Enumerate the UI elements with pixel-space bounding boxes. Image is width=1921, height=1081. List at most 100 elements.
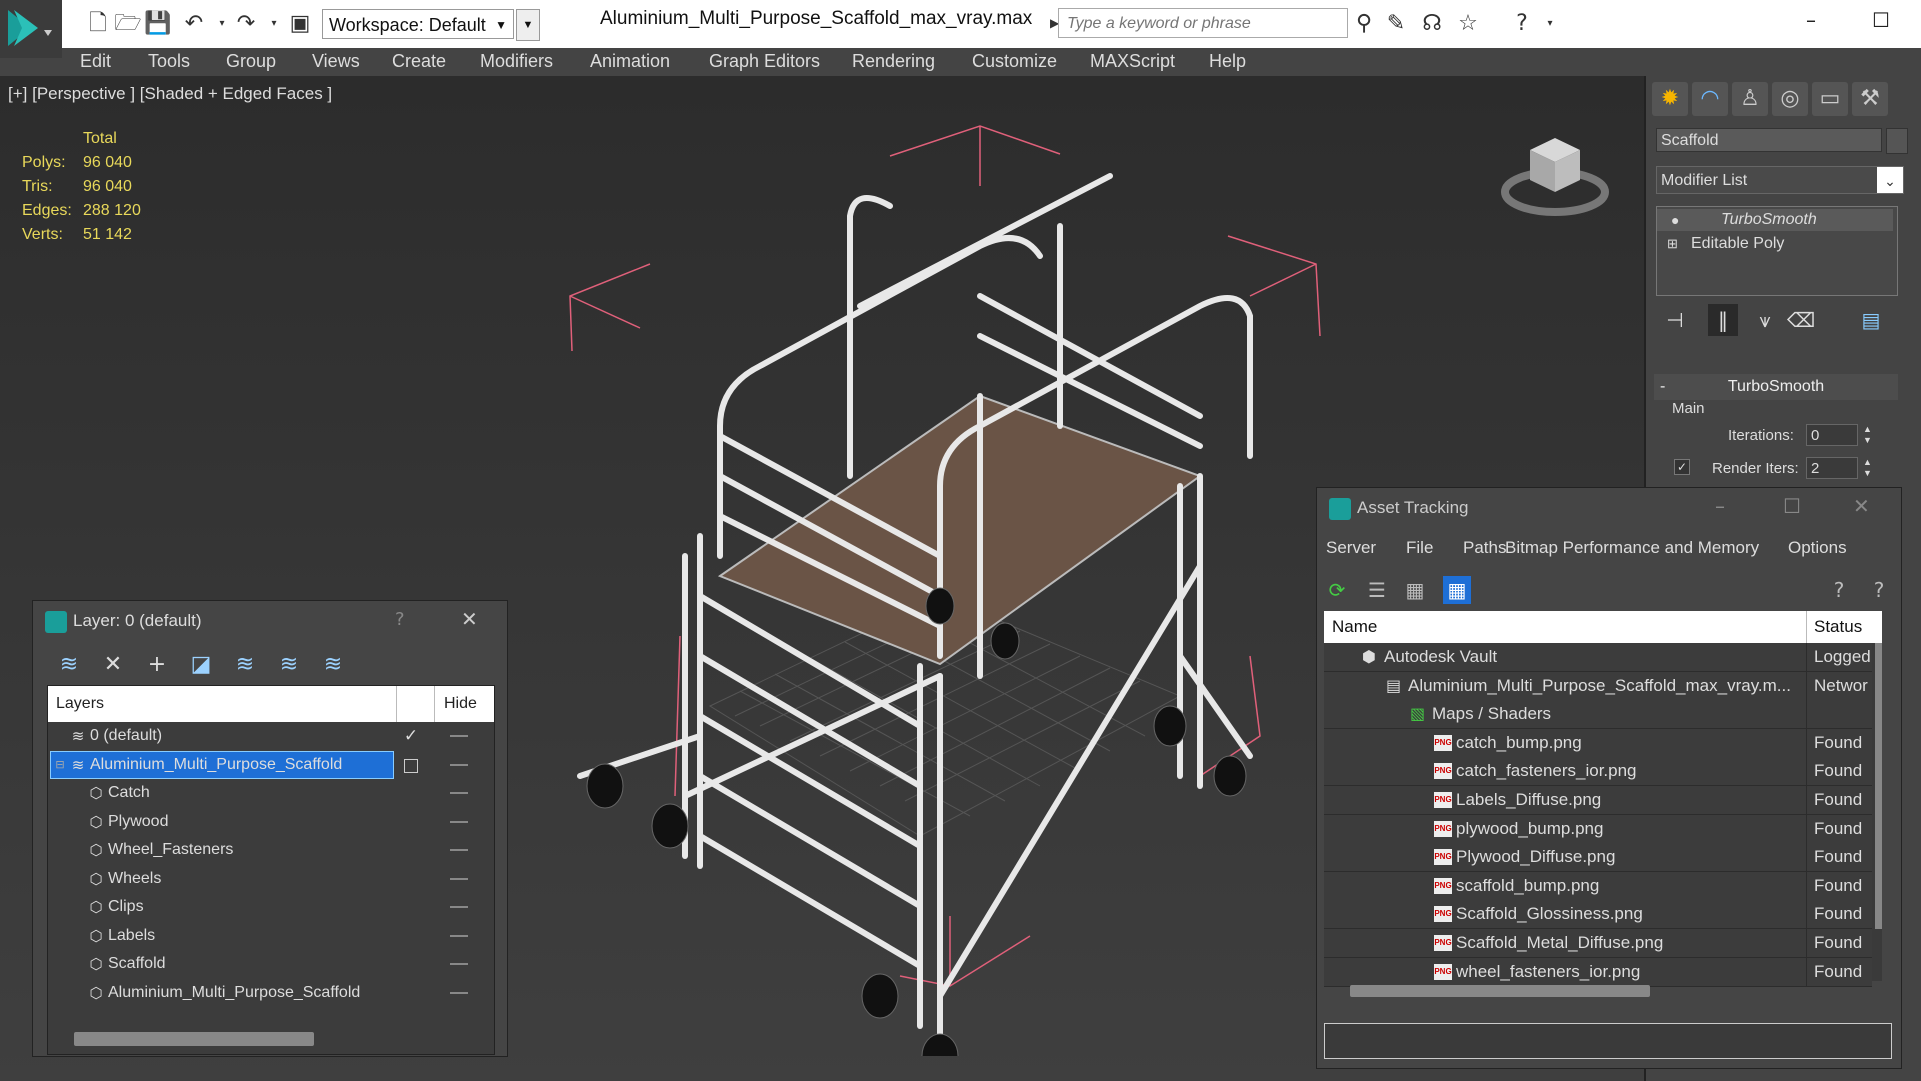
menu-views[interactable]: Views [312, 51, 360, 72]
open-file-icon[interactable]: 🗁 [114, 10, 142, 38]
layer-row[interactable]: ⬡ Aluminium_Multi_Purpose_Scaffold [48, 979, 494, 1007]
active-layer-check-icon[interactable]: ✓ [403, 728, 419, 745]
spinner-arrows-icon[interactable]: ▲ ▼ [1863, 457, 1872, 479]
pin-stack-icon[interactable]: ⊣ [1660, 304, 1690, 336]
workspace-dropdown[interactable]: Workspace: Default ▼ [322, 9, 514, 39]
menu-file[interactable]: File [1406, 538, 1433, 558]
asset-row[interactable]: PNG catch_bump.png Found [1324, 728, 1872, 758]
layers-column-header[interactable]: Layers [56, 695, 104, 713]
redo-icon[interactable]: ↷ [232, 10, 260, 38]
layer-row[interactable]: ⬡ Scaffold [48, 950, 494, 978]
select-objects-icon[interactable]: ◪ [187, 651, 215, 679]
lightbulb-icon[interactable]: ● [1671, 209, 1679, 231]
render-iters-checkbox[interactable]: ✓ [1674, 459, 1690, 475]
new-layer-icon[interactable]: ≋ [55, 651, 83, 679]
menu-animation[interactable]: Animation [590, 51, 670, 72]
layer-row[interactable]: ⬡ Wheel_Fasteners [48, 836, 494, 864]
redo-dropdown-icon[interactable]: ▾ [260, 10, 288, 38]
help-button[interactable]: ? [395, 609, 405, 630]
freeze-all-layers-icon[interactable]: ≋ [319, 651, 347, 679]
help-icon[interactable]: ? [1508, 10, 1536, 38]
menu-create[interactable]: Create [392, 51, 446, 72]
new-file-icon[interactable]: 🗋 [84, 10, 112, 38]
project-folder-icon[interactable]: ▣ [286, 10, 314, 38]
app-logo[interactable] [0, 0, 62, 58]
layer-row[interactable]: ⊟ ≋ Aluminium_Multi_Purpose_Scaffold [48, 750, 494, 779]
modifier-list-dropdown[interactable]: Modifier List ⌄ [1656, 166, 1904, 194]
viewcube-icon[interactable] [1500, 120, 1610, 230]
vertical-scrollbar[interactable] [1875, 643, 1882, 929]
favorites-star-icon[interactable]: ☆ [1454, 10, 1482, 38]
create-tab-icon[interactable]: ✹ [1652, 82, 1688, 116]
menu-maxscript[interactable]: MAXScript [1090, 51, 1175, 72]
asset-row[interactable]: PNG Plywood_Diffuse.png Found [1324, 843, 1872, 873]
hide-toggle[interactable] [450, 906, 468, 908]
viewport-label[interactable]: [+] [Perspective ] [Shaded + Edged Faces… [8, 84, 332, 104]
asset-row[interactable]: PNG catch_fasteners_ior.png Found [1324, 757, 1872, 787]
help-dropdown-icon[interactable]: ▾ [1536, 10, 1564, 38]
make-unique-icon[interactable]: ⩛ [1750, 304, 1780, 336]
layer-row[interactable]: ⬡ Labels [48, 922, 494, 950]
hide-toggle[interactable] [450, 963, 468, 965]
hide-toggle[interactable] [450, 792, 468, 794]
search-box[interactable] [1058, 8, 1348, 38]
horizontal-scrollbar[interactable] [74, 1032, 314, 1046]
layer-row[interactable]: ⬡ Wheels [48, 865, 494, 893]
object-name-field[interactable]: Scaffold [1656, 128, 1882, 152]
asset-row[interactable]: ▤ Aluminium_Multi_Purpose_Scaffold_max_vr… [1324, 671, 1872, 701]
hide-toggle[interactable] [450, 934, 468, 937]
asset-row[interactable]: PNG Scaffold_Metal_Diffuse.png Found [1324, 929, 1872, 958]
menu-modifiers[interactable]: Modifiers [480, 51, 553, 72]
search-input[interactable] [1065, 10, 1339, 38]
context-help-icon[interactable]: ? [1865, 576, 1893, 604]
stack-item-turbosmooth[interactable]: ● TurboSmooth [1657, 209, 1893, 231]
close-button[interactable]: ✕ [1916, 0, 1921, 40]
close-icon[interactable]: ✕ [1853, 494, 1870, 518]
close-icon[interactable]: ✕ [461, 607, 478, 631]
show-end-result-icon[interactable]: ‖ [1708, 304, 1738, 336]
asset-row[interactable]: PNG wheel_fasteners_ior.png Found [1324, 957, 1872, 987]
turbosmooth-rollout-header[interactable]: - TurboSmooth [1654, 374, 1898, 400]
iterations-spinner[interactable]: 0 [1806, 424, 1858, 446]
menu-edit[interactable]: Edit [80, 51, 111, 72]
layer-row[interactable]: ⬡ Catch [48, 779, 494, 807]
refresh-icon[interactable]: ⟳ [1323, 576, 1351, 604]
hide-toggle[interactable] [450, 820, 468, 823]
exchange-icon[interactable]: ☊ [1418, 10, 1446, 38]
hide-toggle[interactable] [450, 991, 468, 994]
modify-tab-icon[interactable]: ◠ [1692, 82, 1728, 116]
delete-layer-icon[interactable]: ✕ [99, 651, 127, 679]
hierarchy-tab-icon[interactable]: ♙ [1732, 82, 1768, 116]
menu-options[interactable]: Options [1788, 538, 1847, 558]
layer-row[interactable]: ≋ 0 (default) ✓ [48, 722, 494, 750]
minimize-icon[interactable]: – [1715, 494, 1725, 518]
expand-icon[interactable]: ⊞ [1667, 233, 1678, 255]
hide-all-layers-icon[interactable]: ≋ [275, 651, 303, 679]
spinner-arrows-icon[interactable]: ▲ ▼ [1863, 424, 1872, 446]
asset-row[interactable]: ▧ Maps / Shaders [1324, 700, 1872, 730]
layer-row[interactable]: ⬡ Plywood [48, 808, 494, 836]
configure-sets-icon[interactable]: ▤ [1856, 304, 1886, 336]
highlight-layer-icon[interactable]: ≋ [231, 651, 259, 679]
menu-server[interactable]: Server [1326, 538, 1376, 558]
maximize-button[interactable]: ☐ [1846, 0, 1916, 40]
active-layer-toggle[interactable] [404, 758, 418, 773]
motion-tab-icon[interactable]: ◎ [1772, 82, 1808, 116]
save-icon[interactable]: 💾 [144, 10, 172, 38]
collapse-icon[interactable]: ⊟ [52, 757, 68, 773]
asset-row[interactable]: ⬢ Autodesk Vault Logged [1324, 643, 1872, 672]
layer-row[interactable]: ⬡ Clips [48, 893, 494, 921]
hide-toggle[interactable] [450, 849, 468, 851]
menu-customize[interactable]: Customize [972, 51, 1057, 72]
horizontal-scrollbar[interactable] [1350, 985, 1650, 997]
utilities-tab-icon[interactable]: ⚒ [1852, 82, 1888, 116]
remove-modifier-icon[interactable]: ⌫ [1786, 304, 1816, 336]
display-tab-icon[interactable]: ▭ [1812, 82, 1848, 116]
binoculars-icon[interactable]: ⚲ [1350, 10, 1378, 38]
maximize-icon[interactable]: ☐ [1783, 494, 1801, 518]
status-column-header[interactable]: Status [1814, 617, 1862, 637]
menu-tools[interactable]: Tools [148, 51, 190, 72]
hide-toggle[interactable] [450, 763, 468, 766]
menu-paths[interactable]: Paths [1463, 538, 1506, 558]
asset-row[interactable]: PNG plywood_bump.png Found [1324, 814, 1872, 844]
